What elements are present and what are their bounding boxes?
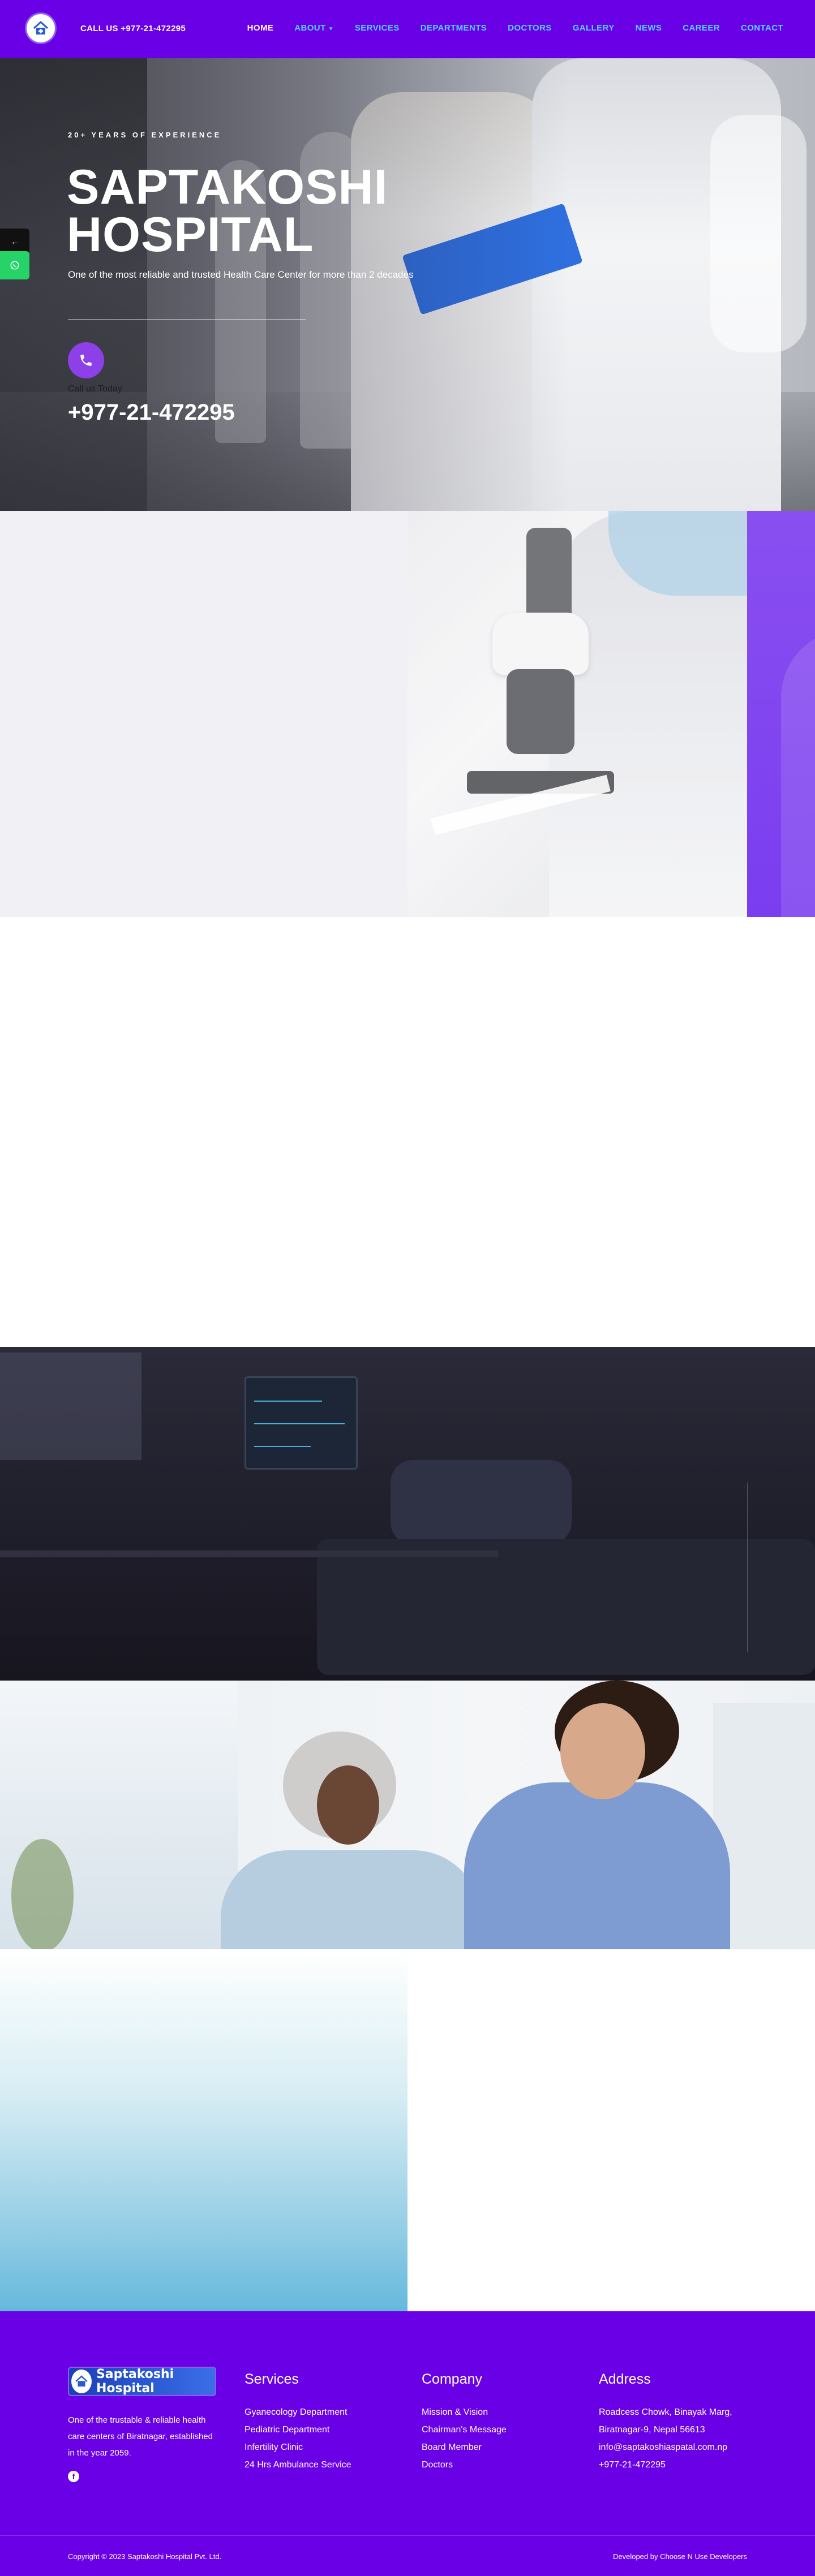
- ward-pillow: [391, 1460, 572, 1545]
- hero-call-label: Call us Today: [68, 384, 122, 394]
- accent-wave: [781, 630, 815, 917]
- lab-section-left: [0, 511, 408, 917]
- nav-career-label: CAREER: [683, 23, 720, 33]
- site-header: CALL US +977-21-472295 HOME ABOUT ▼ SERVI…: [0, 0, 815, 58]
- header-call-us[interactable]: CALL US +977-21-472295: [80, 24, 186, 33]
- whatsapp-icon[interactable]: [0, 251, 29, 279]
- site-footer: Saptakoshi Hospital One of the trustable…: [0, 2311, 815, 2576]
- phone-icon[interactable]: [68, 342, 104, 378]
- footer-column-title: Address: [599, 2371, 651, 2387]
- monitor-line: [254, 1446, 311, 1447]
- monitor-line: [254, 1401, 322, 1402]
- image-tint: [408, 511, 747, 917]
- hero-title: SAPTAKOSHI HOSPITAL: [67, 163, 463, 259]
- footer-link[interactable]: Infertility Clinic: [244, 2439, 351, 2456]
- ward-bed: [317, 1539, 815, 1675]
- nav-about-label: ABOUT: [294, 23, 326, 33]
- facebook-icon[interactable]: f: [68, 2471, 79, 2482]
- footer-column-title: Services: [244, 2371, 299, 2387]
- microscope-image: [408, 511, 747, 917]
- nurse-patient-image: [0, 1681, 815, 1949]
- hero-title-line: HOSPITAL: [67, 208, 314, 262]
- gradient-panel: [0, 1949, 408, 2311]
- nav-news[interactable]: NEWS: [636, 23, 662, 33]
- ward-window: [0, 1352, 141, 1460]
- footer-copyright: Copyright © 2023 Saptakoshi Hospital Pvt…: [68, 2552, 222, 2561]
- nurse-face: [560, 1703, 645, 1799]
- footer-link[interactable]: Mission & Vision: [422, 2403, 507, 2421]
- ward-monitor: [244, 1376, 358, 1470]
- footer-brand: Saptakoshi Hospital: [96, 2367, 174, 2396]
- nav-doctors[interactable]: DOCTORS: [508, 23, 552, 33]
- nav-home[interactable]: HOME: [247, 23, 274, 33]
- hero-section: 20+ YEARS OF EXPERIENCE SAPTAKOSHI HOSPI…: [0, 58, 815, 511]
- content-section-empty: [0, 917, 815, 1347]
- nav-gallery[interactable]: GALLERY: [573, 23, 615, 33]
- nav-gallery-label: GALLERY: [572, 23, 615, 33]
- hero-phone-number[interactable]: +977-21-472295: [68, 400, 235, 425]
- footer-logo[interactable]: Saptakoshi Hospital: [68, 2367, 216, 2396]
- chevron-down-icon: ▼: [328, 26, 334, 32]
- lab-section-accent: [747, 511, 815, 917]
- nav-about[interactable]: ABOUT ▼: [294, 23, 334, 33]
- nurse-bg-plant: [11, 1839, 74, 1949]
- patient-face: [317, 1765, 379, 1845]
- hero-title-line: SAPTAKOSHI: [67, 160, 388, 214]
- ward-divider: [747, 1483, 748, 1652]
- nav-home-label: HOME: [247, 23, 274, 33]
- footer-phone[interactable]: +977-21-472295: [599, 2456, 732, 2474]
- nav-contact-label: CONTACT: [740, 23, 783, 33]
- footer-about: One of the trustable & reliable health c…: [68, 2415, 213, 2458]
- hospital-logo-icon[interactable]: [25, 12, 57, 44]
- patient-figure: [221, 1850, 481, 1949]
- nav-contact[interactable]: CONTACT: [741, 23, 783, 33]
- nav-news-label: NEWS: [635, 23, 662, 33]
- nav-doctors-label: DOCTORS: [508, 23, 552, 33]
- footer-link[interactable]: Chairman's Message: [422, 2421, 507, 2439]
- footer-link[interactable]: Pediatric Department: [244, 2421, 351, 2439]
- footer-link[interactable]: 24 Hrs Ambulance Service: [244, 2456, 351, 2474]
- nav-departments[interactable]: DEPARTMENTS: [421, 23, 487, 33]
- ward-rail: [0, 1550, 498, 1557]
- footer-developed-by[interactable]: Developed by Choose N Use Developers: [613, 2552, 747, 2561]
- footer-address-line: Roadcess Chowk, Binayak Marg,: [599, 2407, 732, 2417]
- hero-eyebrow: 20+ YEARS OF EXPERIENCE: [68, 131, 222, 139]
- footer-address-line: Biratnagar-9, Nepal 56613: [599, 2425, 705, 2435]
- nurse-figure: [464, 1782, 730, 1949]
- footer-link[interactable]: Gyanecology Department: [244, 2403, 351, 2421]
- hospital-logo-icon: [71, 2370, 92, 2393]
- footer-link[interactable]: Board Member: [422, 2439, 507, 2456]
- nav-services[interactable]: SERVICES: [355, 23, 400, 33]
- main-nav: HOME ABOUT ▼ SERVICES DEPARTMENTS DOCTORS…: [247, 23, 783, 33]
- hospital-ward-image: [0, 1347, 815, 1681]
- nav-career[interactable]: CAREER: [683, 23, 720, 33]
- footer-link[interactable]: Doctors: [422, 2456, 507, 2474]
- hero-overlay: [0, 58, 815, 511]
- footer-column-title: Company: [422, 2371, 482, 2387]
- footer-email[interactable]: info@saptakoshiaspatal.com.np: [599, 2439, 732, 2456]
- footer-services-column: Services Gyanecology Department Pediatri…: [244, 2371, 351, 2474]
- footer-divider: [0, 2535, 815, 2536]
- nav-departments-label: DEPARTMENTS: [420, 23, 487, 33]
- footer-address-column: Address Roadcess Chowk, Binayak Marg, Bi…: [599, 2371, 732, 2474]
- nav-services-label: SERVICES: [354, 23, 400, 33]
- hero-divider: [68, 319, 306, 320]
- monitor-line: [254, 1423, 345, 1424]
- content-section-empty: [408, 1949, 815, 2311]
- hero-tagline: One of the most reliable and trusted Hea…: [68, 269, 414, 280]
- footer-company-column: Company Mission & Vision Chairman's Mess…: [422, 2371, 507, 2474]
